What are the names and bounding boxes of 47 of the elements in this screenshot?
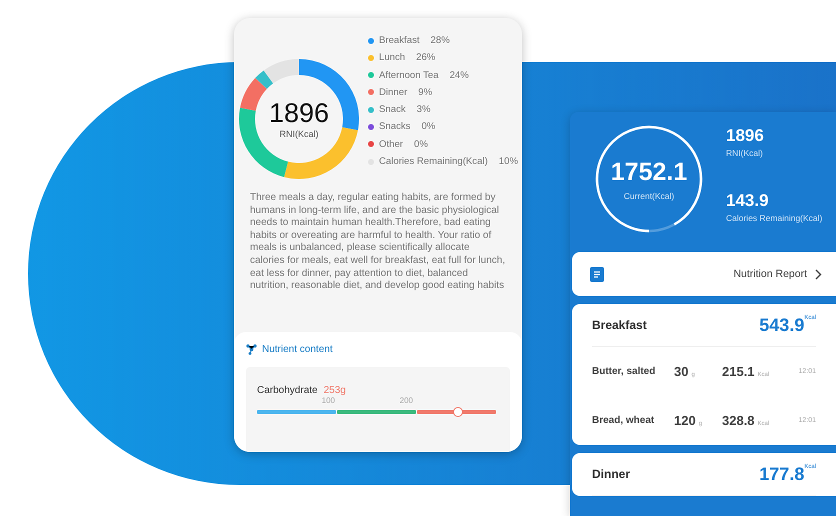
legend-percent: 28% [430,35,450,46]
chevron-right-icon [815,268,822,280]
stat-label: RNI(Kcal) [726,148,764,158]
legend-dot [368,38,374,44]
stat-value: 1896 [726,126,765,146]
rni-total: 1896 [268,100,330,126]
legend-percent: 10% [498,156,518,168]
legend-percent: 0% [421,121,436,132]
legend-label: Afternoon Tea [379,70,439,81]
legend-percent: 26% [416,52,436,64]
stat-label: Calories Remaining(Kcal) [726,213,822,223]
legend-percent: 24% [450,70,469,81]
current-label: Current(Kcal) [624,190,674,200]
scale-tick: 200 [398,396,413,406]
legend-dot [368,54,374,61]
nutrient-name: Carbohydrate [257,385,318,396]
legend-dot [368,106,374,113]
legend-dot [368,124,374,130]
nutrition-report-button[interactable]: Nutrition Report [572,252,836,296]
legend-percent: 3% [416,104,431,116]
legend-dot [368,141,374,148]
meal-total: 177.8$^{Kcal}$ [759,464,816,484]
legend-label: Calories Remaining(Kcal) [379,156,488,168]
food-name: Butter, salted [592,366,656,377]
legend-label: Lunch [379,52,406,64]
nutrient-amount: 253g [324,385,346,396]
legend-percent: 0% [414,138,428,150]
legend-label: Dinner [379,86,408,98]
meal-name: Breakfast [592,318,647,332]
legend-percent: 9% [418,86,432,98]
legend-label: Snacks [379,121,410,132]
meal-total: 543.9$^{Kcal}$ [759,314,816,336]
stat-value: 143.9 [726,191,770,211]
document-icon [590,266,604,282]
meal-name: Dinner [592,467,630,481]
nutrient-title: Nutrient content [262,344,333,355]
legend-label: Other [379,138,403,150]
legend-dot [368,89,374,96]
current-kcal: 1752.1 [610,158,688,186]
food-name: Bread, wheat [592,415,656,426]
advice-text: Three meals a day, regular eating habits, are formed by humans in long-term life, and are the basic physiological needs to maintain human health.Therefore, bad eating habits or overeating are harmful to health. Your ratio of meals is unbalanced, please scientifically allocate calories for meals, eat well for breakfast, eat full for lunch, eat less for dinner, pay attention to diet, balanced nutrition, reasonable diet, and develop good eating habits [250,192,506,293]
legend-label: Snack [379,104,406,116]
scale-tick: 100 [320,396,335,406]
molecule-icon [246,344,257,355]
legend-label: Breakfast [379,35,420,46]
rni-label: RNI(Kcal) [279,128,318,138]
legend-dot [368,72,374,78]
